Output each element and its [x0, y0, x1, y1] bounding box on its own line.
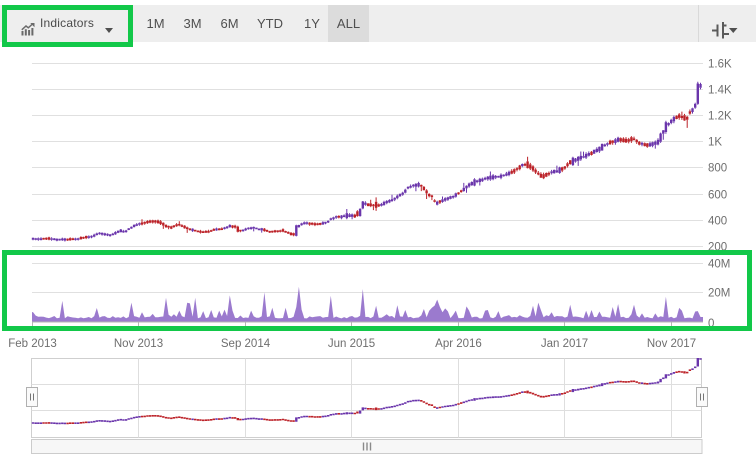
svg-text:600: 600 [708, 190, 727, 202]
svg-text:Jan 2017: Jan 2017 [541, 338, 588, 350]
svg-text:1.2K: 1.2K [708, 111, 732, 123]
svg-text:Jun 2015: Jun 2015 [328, 338, 375, 350]
svg-text:Sep 2014: Sep 2014 [221, 338, 271, 350]
svg-text:1K: 1K [708, 137, 722, 149]
svg-text:Apr 2016: Apr 2016 [435, 338, 482, 350]
svg-text:800: 800 [708, 163, 727, 175]
svg-text:1.6K: 1.6K [708, 59, 732, 71]
svg-text:Nov 2017: Nov 2017 [647, 338, 696, 350]
svg-text:Feb 2013: Feb 2013 [8, 338, 57, 350]
svg-text:400: 400 [708, 216, 727, 228]
svg-text:Nov 2013: Nov 2013 [114, 338, 163, 350]
svg-text:1.4K: 1.4K [708, 85, 732, 97]
